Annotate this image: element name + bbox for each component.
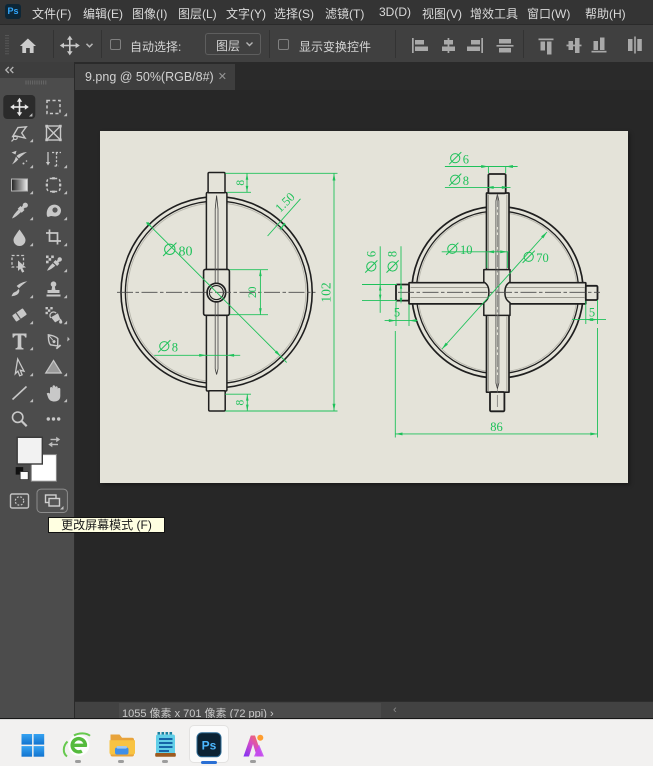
svg-text:Ps: Ps [202, 739, 217, 753]
svg-text:70: 70 [536, 251, 549, 265]
svg-text:8: 8 [463, 174, 469, 188]
svg-text:80: 80 [179, 245, 193, 260]
svg-text:8: 8 [172, 341, 178, 355]
svg-text:86: 86 [490, 420, 503, 434]
svg-text:8: 8 [235, 399, 247, 405]
svg-text:20: 20 [247, 286, 259, 298]
svg-text:102: 102 [319, 282, 334, 302]
svg-text:8: 8 [386, 251, 400, 257]
svg-text:6: 6 [364, 251, 378, 257]
svg-text:8: 8 [235, 180, 247, 186]
svg-text:10: 10 [460, 243, 473, 257]
svg-text:6: 6 [463, 153, 469, 167]
svg-text:5: 5 [589, 306, 595, 320]
svg-text:1.50: 1.50 [272, 190, 297, 215]
svg-text:5: 5 [394, 306, 400, 320]
